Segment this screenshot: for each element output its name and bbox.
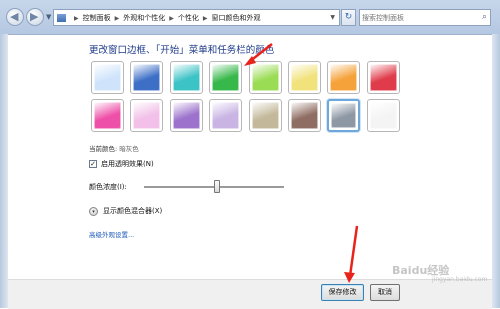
arrow-to-save-button bbox=[344, 225, 359, 283]
arrow-to-leaf-swatch bbox=[244, 43, 273, 66]
watermark-url: jingyan.baidu.com bbox=[432, 276, 488, 283]
